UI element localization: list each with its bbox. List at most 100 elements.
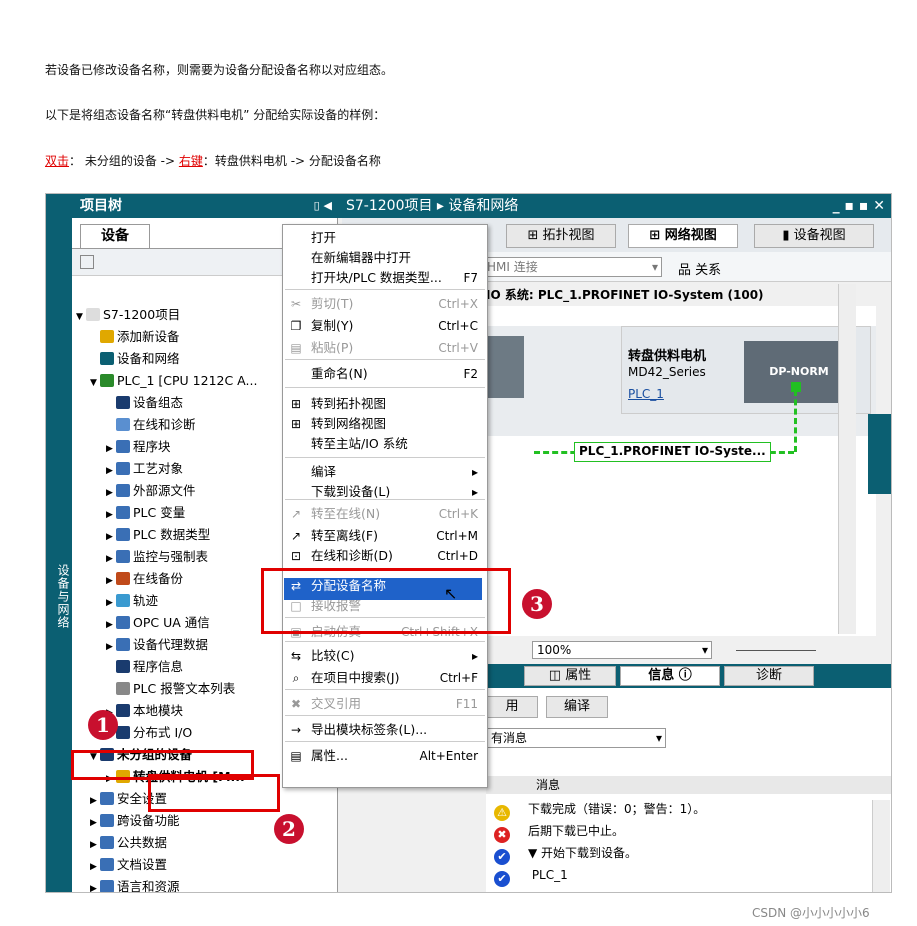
tree-item[interactable]: ▶ 跨设备功能 (90, 810, 180, 832)
tab-diagnostics[interactable]: 诊断 (724, 666, 814, 686)
menu-item[interactable]: ⇆ 比较(C) ▸ (283, 645, 488, 667)
tab-network-view[interactable]: ⊞ 网络视图 (628, 224, 738, 248)
tree-expand-icon[interactable]: ▶ (90, 834, 100, 856)
menu-item[interactable]: ✖ 交叉引用 F11 (283, 693, 488, 715)
menu-item[interactable]: ↗ 转至离线(F) Ctrl+M (283, 525, 488, 547)
tree-item[interactable]: ▶ OPC UA 通信 (106, 612, 210, 634)
menu-item[interactable]: ↗ 转至在线(N) Ctrl+K (283, 503, 488, 525)
menu-item[interactable]: ▤ 属性... Alt+Enter (283, 745, 488, 767)
tree-item[interactable]: ▶ 公共数据 (90, 832, 167, 854)
tree-item[interactable]: ▶ PLC 变量 (106, 502, 185, 524)
info-scrollbar[interactable] (872, 800, 890, 892)
tree-item[interactable]: 程序信息 (106, 656, 183, 678)
message-row[interactable]: ⚠ 下载完成（错误：0；警告：1）。 (486, 798, 876, 821)
device-box[interactable]: 转盘供料电机 MD42_Series PLC_1 DP-NORM (621, 326, 871, 414)
tab-general[interactable]: 用 (486, 696, 538, 718)
tree-item[interactable]: ▶ 程序块 (106, 436, 171, 458)
tree-expand-icon[interactable]: ▶ (106, 482, 116, 504)
tree-expand-icon[interactable]: ▶ (106, 548, 116, 570)
hmi-connection-select[interactable]: HMI 连接 ▾ (482, 257, 662, 277)
zoom-slider[interactable] (736, 650, 816, 651)
tab-compile[interactable]: 编译 (546, 696, 608, 718)
tree-item[interactable]: 设备组态 (106, 392, 183, 414)
zoom-select[interactable]: 100% ▾ (532, 641, 712, 659)
tree-expand-icon[interactable]: ▶ (90, 812, 100, 834)
menu-item[interactable]: 打开块/PLC 数据类型... F7 (283, 267, 488, 289)
menu-item[interactable]: ⊡ 在线和诊断(D) Ctrl+D (283, 545, 488, 567)
tree-item-icon (116, 594, 130, 607)
window-controls-icon[interactable]: _ ▪ ▪ ✕ (833, 194, 885, 218)
menu-item[interactable]: ⌕ 在项目中搜索(J) Ctrl+F (283, 667, 488, 689)
tree-item[interactable]: ▶本地模块 (106, 700, 183, 722)
tree-item[interactable]: ▶ 设备代理数据 (106, 634, 208, 656)
tree-item-icon (100, 374, 114, 387)
grid-icon[interactable] (80, 255, 94, 269)
menu-item[interactable]: → 导出模块标签条(L)... (283, 719, 488, 741)
message-row[interactable]: ✖ 后期下载已中止。 (486, 820, 876, 843)
tree-expand-icon[interactable]: ▶ (106, 636, 116, 658)
menu-separator (285, 387, 485, 388)
tree-expand-icon[interactable]: ▶ (106, 570, 116, 592)
menu-item-label: 剪切(T) (311, 296, 354, 311)
tab-info[interactable]: 信息 ⓘ (620, 666, 720, 686)
tree-item-icon (100, 880, 114, 892)
menu-item[interactable]: 重命名(N) F2 (283, 363, 488, 385)
tree-item[interactable]: 在线和诊断 (106, 414, 196, 436)
tree-item[interactable]: ▶ 语言和资源 (90, 876, 180, 892)
tree-expand-icon[interactable]: ▶ (90, 878, 100, 892)
collapse-icon[interactable]: ▯ ◀ (314, 194, 332, 218)
message-row[interactable]: ✔ PLC_1 (486, 864, 876, 887)
plc-module[interactable] (486, 336, 524, 398)
tree-expand-icon[interactable]: ▶ (106, 526, 116, 548)
right-side-tab[interactable] (868, 414, 891, 494)
menu-item-icon: ⊞ (290, 417, 302, 431)
side-tab-devices-networks[interactable]: 设备与网络 (46, 194, 72, 892)
menu-item[interactable]: 转至主站/IO 系统 (283, 433, 488, 455)
tree-expand-icon[interactable]: ▶ (90, 856, 100, 878)
tree-item-icon (100, 352, 114, 365)
menu-item[interactable]: 编译 ▸ (283, 461, 488, 483)
message-row[interactable]: ✔ ▼ 开始下载到设备。 (486, 842, 876, 865)
tree-expand-icon[interactable]: ▶ (106, 614, 116, 636)
menu-item[interactable]: ✂ 剪切(T) Ctrl+X (283, 293, 488, 315)
tree-expand-icon[interactable]: ▶ (106, 438, 116, 460)
tab-properties[interactable]: ◫ 属性 (524, 666, 616, 686)
menu-item[interactable]: ▤ 粘贴(P) Ctrl+V (283, 337, 488, 359)
tab-devices[interactable]: 设备 (80, 224, 150, 248)
menu-item[interactable]: ⊞ 转到网络视图 (283, 413, 488, 435)
device-plc-link[interactable]: PLC_1 (628, 387, 664, 401)
tree-item[interactable]: 添加新设备 (90, 326, 180, 348)
tree-item[interactable]: ▼ PLC_1 [CPU 1212C A... (90, 370, 257, 392)
tree-expand-icon[interactable]: ▼ (76, 306, 86, 328)
menu-item[interactable]: ❐ 复制(Y) Ctrl+C (283, 315, 488, 337)
menu-item[interactable]: ⊞ 转到拓扑视图 (283, 393, 488, 415)
tree-item[interactable]: ▶ 在线备份 (106, 568, 183, 590)
tree-item-icon (100, 330, 114, 343)
tree-expand-icon[interactable]: ▶ (106, 592, 116, 614)
tree-item[interactable]: ▶ 轨迹 (106, 590, 158, 612)
profinet-network-label[interactable]: PLC_1.PROFINET IO-Syste... (574, 442, 771, 462)
message-filter-select[interactable]: 有消息 ▾ (486, 728, 666, 748)
tree-item[interactable]: ▶ 监控与强制表 (106, 546, 208, 568)
tree-expand-icon[interactable]: ▶ (106, 504, 116, 526)
tree-expand-icon[interactable]: ▶ (106, 460, 116, 482)
tree-item[interactable]: ▼ S7-1200项目 (76, 304, 180, 326)
tree-item[interactable]: 设备和网络 (90, 348, 180, 370)
vertical-scrollbar[interactable] (838, 284, 856, 634)
tree-item-icon (116, 704, 130, 717)
tree-item[interactable]: ▶ PLC 数据类型 (106, 524, 210, 546)
tree-item[interactable]: ▶分布式 I/O (106, 722, 192, 744)
tree-expand-icon[interactable]: ▼ (90, 372, 100, 394)
menu-item[interactable]: ⇄ 分配设备名称 (283, 575, 488, 597)
tree-item-label: PLC 变量 (133, 505, 186, 520)
relations-button[interactable]: 品 关系 (678, 259, 721, 278)
tree-item[interactable]: PLC 报警文本列表 (106, 678, 235, 700)
menu-item[interactable]: 在新编辑器中打开 (283, 247, 488, 269)
tree-item[interactable]: ▶ 外部源文件 (106, 480, 196, 502)
menu-item[interactable]: 打开 (283, 227, 488, 249)
tree-item[interactable]: ▶ 文档设置 (90, 854, 167, 876)
tree-item[interactable]: ▶ 工艺对象 (106, 458, 183, 480)
tree-expand-icon[interactable]: ▶ (90, 790, 100, 812)
tab-device-view[interactable]: ▮ 设备视图 (754, 224, 874, 248)
tab-topology-view[interactable]: ⊞ 拓扑视图 (506, 224, 616, 248)
